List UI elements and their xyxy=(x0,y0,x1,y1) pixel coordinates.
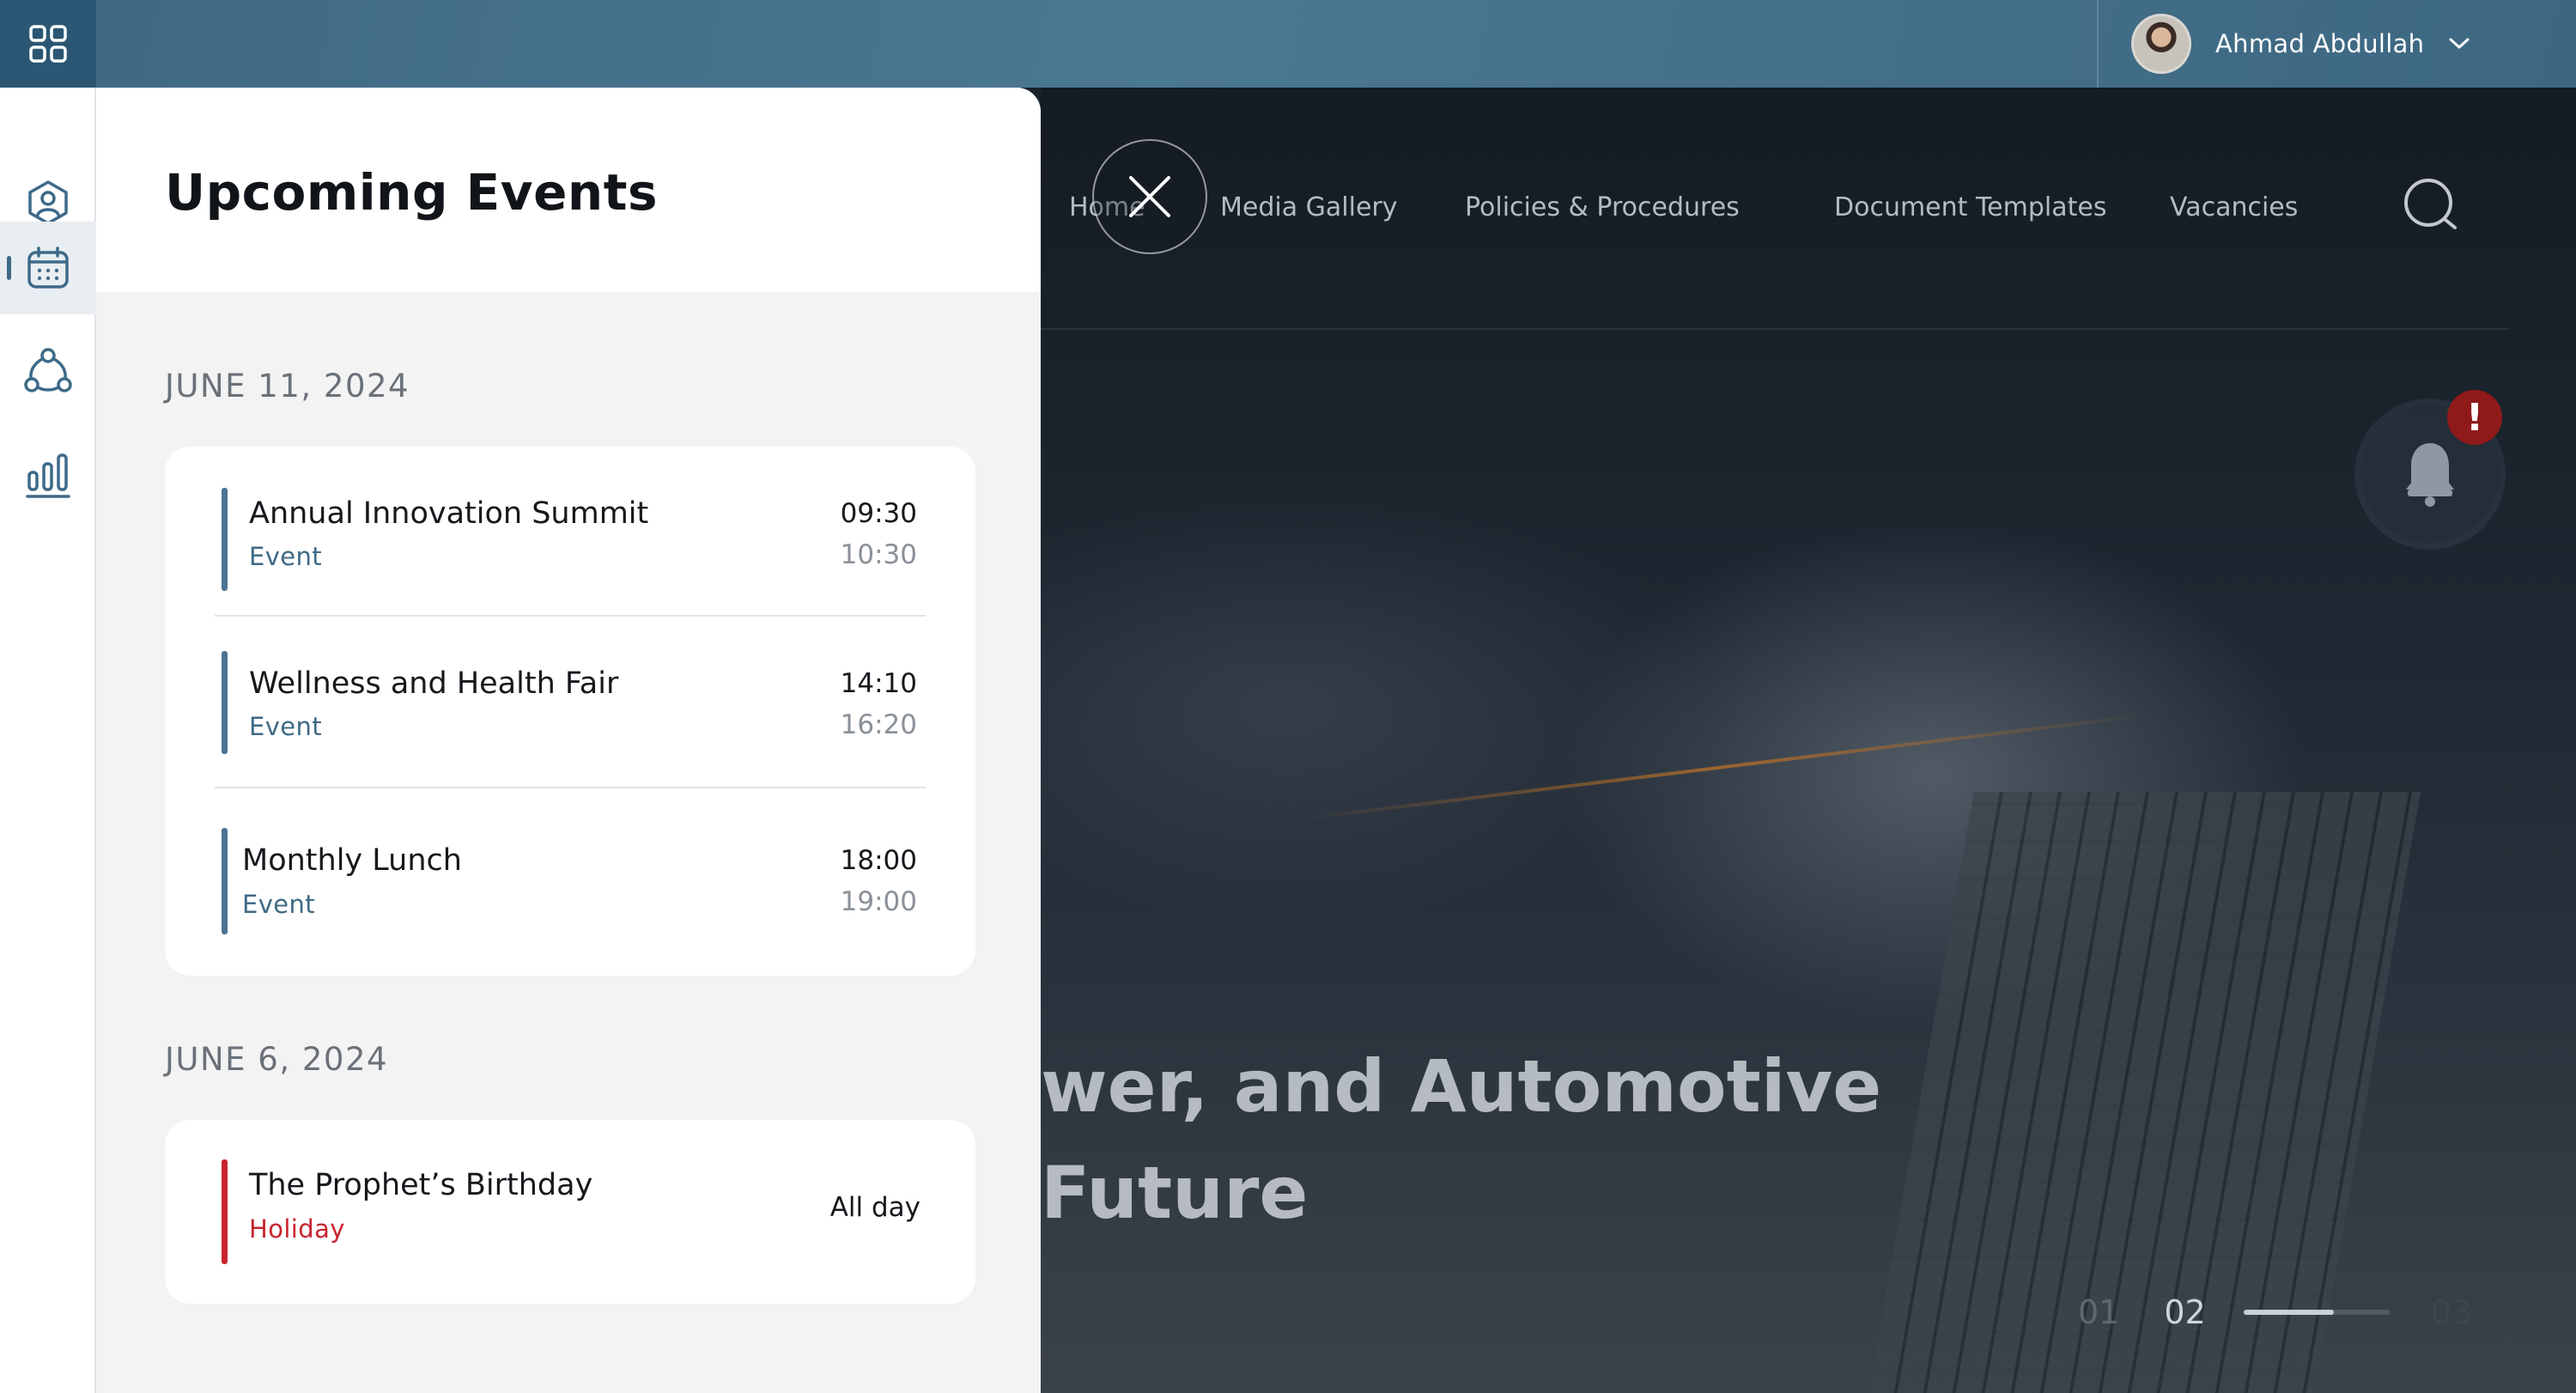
pager-item-current[interactable]: 02 xyxy=(2164,1293,2205,1331)
event-name: The Prophet’s Birthday xyxy=(249,1168,593,1202)
event-time-all-day: All day xyxy=(829,1192,920,1223)
pager-progress-track xyxy=(2243,1310,2390,1315)
date-heading: JUNE 11, 2024 xyxy=(165,368,410,405)
nav-link-media-gallery[interactable]: Media Gallery xyxy=(1220,182,1397,234)
chevron-down-icon xyxy=(2448,37,2470,51)
event-start-time: 18:00 xyxy=(840,845,917,876)
avatar xyxy=(2131,14,2191,74)
event-type: Event xyxy=(249,542,323,571)
hero-banner: Home Media Gallery Policies & Procedures… xyxy=(1041,88,2576,1393)
hero-title-line-2: Future xyxy=(1041,1151,1309,1235)
event-color-bar xyxy=(222,488,228,591)
pager-item-1[interactable]: 01 xyxy=(2078,1293,2119,1331)
event-start-time: 09:30 xyxy=(840,498,917,529)
network-icon xyxy=(24,348,72,392)
side-rail xyxy=(0,88,96,1393)
event-end-time: 10:30 xyxy=(840,539,917,570)
event-type: Holiday xyxy=(249,1214,345,1244)
bell-icon xyxy=(2406,443,2454,507)
search-button[interactable] xyxy=(2397,172,2466,240)
apps-menu-button[interactable] xyxy=(0,0,96,88)
grid-icon xyxy=(29,25,67,63)
close-panel-button[interactable] xyxy=(1092,139,1207,254)
user-circle-icon xyxy=(28,180,68,225)
event-color-bar xyxy=(222,828,228,934)
event-item[interactable]: Wellness and Health Fair Event 14:10 16:… xyxy=(215,618,926,788)
panel-title: Upcoming Events xyxy=(165,163,658,222)
event-color-bar xyxy=(222,1159,228,1264)
pager-item-3[interactable]: 03 xyxy=(2431,1293,2472,1331)
rail-item-network[interactable] xyxy=(0,325,96,417)
event-name: Wellness and Health Fair xyxy=(249,666,619,701)
hero-title-line-1: wer, and Automotive xyxy=(1041,1044,1882,1128)
panel-header: Upcoming Events xyxy=(96,88,1041,292)
user-name: Ahmad Abdullah xyxy=(2215,29,2425,58)
date-heading: JUNE 6, 2024 xyxy=(165,1041,389,1078)
top-bar: Ahmad Abdullah xyxy=(0,0,2576,88)
event-color-bar xyxy=(222,651,228,754)
slider-pager: 01 02 03 xyxy=(2078,1293,2472,1331)
event-start-time: 14:10 xyxy=(840,668,917,699)
rail-item-calendar[interactable] xyxy=(0,222,96,314)
active-indicator xyxy=(7,256,11,280)
calendar-icon xyxy=(27,246,69,289)
event-end-time: 19:00 xyxy=(840,886,917,917)
event-item[interactable]: The Prophet’s Birthday Holiday All day xyxy=(215,1120,926,1304)
main-nav: Home Media Gallery Policies & Procedures… xyxy=(1041,182,2576,234)
search-icon xyxy=(2404,179,2457,229)
user-menu[interactable]: Ahmad Abdullah xyxy=(2097,0,2576,88)
event-name: Monthly Lunch xyxy=(242,843,462,878)
upcoming-events-panel: Upcoming Events JUNE 11, 2024 Annual Inn… xyxy=(96,88,1041,1393)
events-card: The Prophet’s Birthday Holiday All day xyxy=(165,1120,975,1304)
event-type: Event xyxy=(249,712,323,741)
rail-item-reports[interactable] xyxy=(0,429,96,522)
bar-chart-icon xyxy=(26,453,70,498)
notification-badge: ! xyxy=(2447,390,2502,445)
nav-link-vacancies[interactable]: Vacancies xyxy=(2170,182,2298,234)
events-card: Annual Innovation Summit Event 09:30 10:… xyxy=(165,447,975,976)
event-type: Event xyxy=(242,890,316,919)
event-name: Annual Innovation Summit xyxy=(249,496,649,531)
event-item[interactable]: Annual Innovation Summit Event 09:30 10:… xyxy=(215,447,926,617)
event-item[interactable]: Monthly Lunch Event 18:00 19:00 xyxy=(215,792,926,962)
nav-link-document-templates[interactable]: Document Templates xyxy=(1834,182,2106,234)
event-end-time: 16:20 xyxy=(840,709,917,740)
close-icon xyxy=(1129,176,1170,217)
pager-progress-fill xyxy=(2243,1310,2335,1315)
nav-link-policies-procedures[interactable]: Policies & Procedures xyxy=(1465,182,1740,234)
nav-divider xyxy=(1041,328,2509,330)
